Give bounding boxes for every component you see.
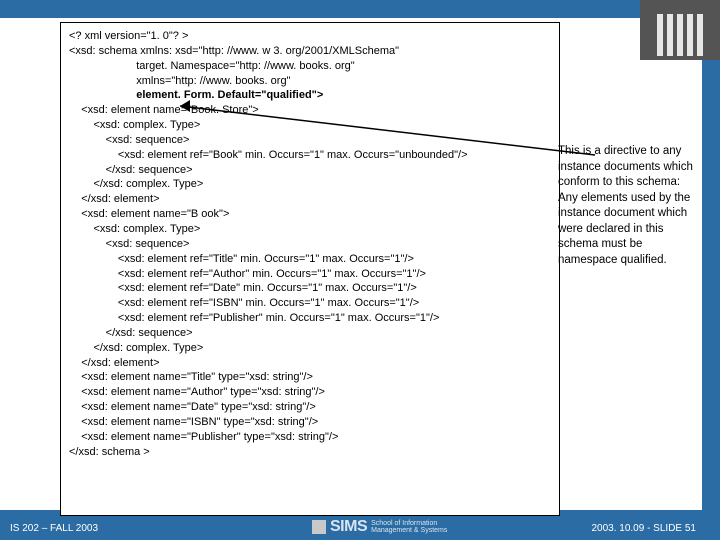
decorative-building-image bbox=[640, 0, 720, 60]
annotation-text: This is a directive to any instance docu… bbox=[558, 144, 698, 268]
footer-course-label: IS 202 – FALL 2003 bbox=[10, 523, 98, 534]
code-line: <? xml version="1. 0"? > <xsd: schema xm… bbox=[69, 29, 551, 459]
logo-subline-1: School of Information bbox=[371, 520, 447, 527]
logo-text-sims: SIMS bbox=[330, 518, 367, 536]
sims-logo: SIMS School of Information Management & … bbox=[312, 518, 447, 536]
xml-schema-code-block: <? xml version="1. 0"? > <xsd: schema xm… bbox=[60, 22, 560, 516]
logo-subline-2: Management & Systems bbox=[371, 527, 447, 534]
slide: <? xml version="1. 0"? > <xsd: schema xm… bbox=[0, 0, 720, 540]
logo-square-icon bbox=[312, 520, 326, 534]
footer-slide-number: 2003. 10.09 - SLIDE 51 bbox=[591, 523, 696, 534]
